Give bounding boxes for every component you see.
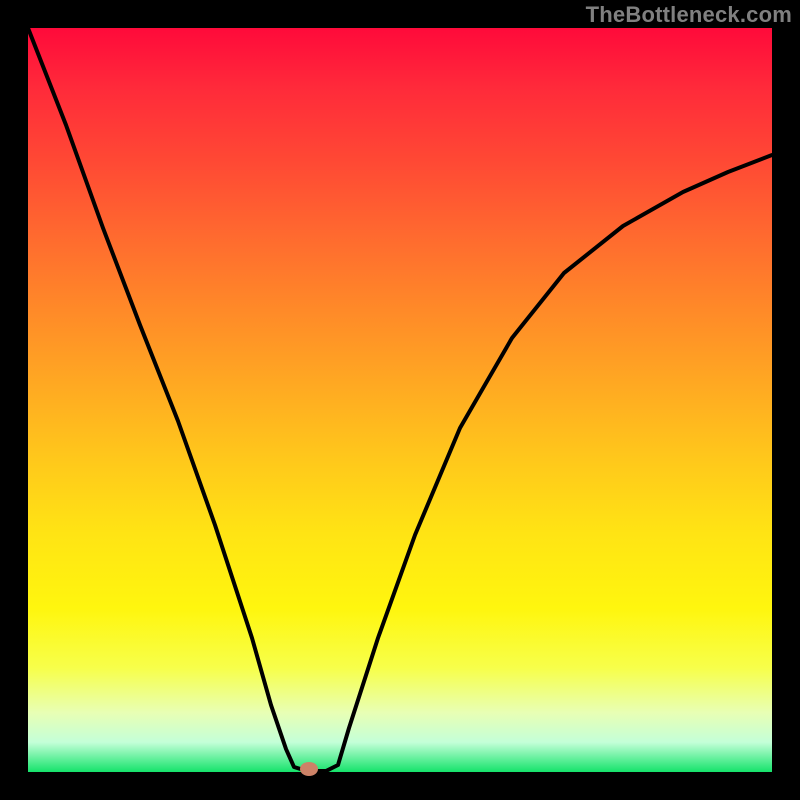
bottleneck-curve xyxy=(28,28,772,772)
chart-plot-area xyxy=(28,28,772,772)
curve-path xyxy=(28,28,772,771)
optimum-marker xyxy=(300,762,318,776)
watermark-text: TheBottleneck.com xyxy=(586,2,792,28)
